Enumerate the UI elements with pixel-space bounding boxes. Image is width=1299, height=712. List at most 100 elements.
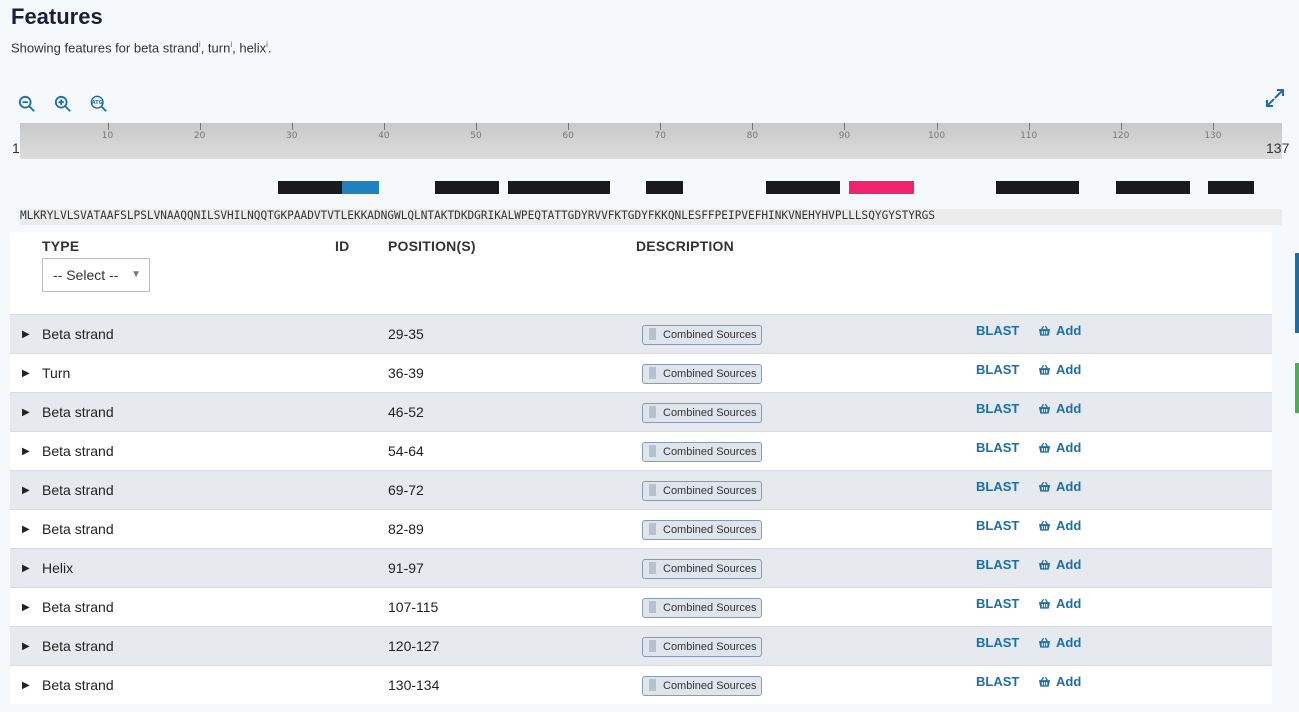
add-to-basket-button[interactable]: Add xyxy=(1038,479,1081,494)
feature-bar-beta-strand[interactable] xyxy=(766,181,840,194)
add-to-basket-button[interactable]: Add xyxy=(1038,596,1081,611)
add-to-basket-button[interactable]: Add xyxy=(1038,518,1081,533)
expand-row-icon[interactable]: ▶ xyxy=(22,602,30,613)
blast-button[interactable]: BLAST xyxy=(976,518,1019,533)
feature-type: Beta strand xyxy=(42,599,114,615)
table-row[interactable]: ▶ Beta strand 46-52 Combined Sources BLAST Ad… xyxy=(10,392,1272,431)
feature-positions: 120-127 xyxy=(388,638,440,654)
feature-bar-beta-strand[interactable] xyxy=(508,181,610,194)
feature-bar-beta-strand[interactable] xyxy=(277,181,343,194)
add-to-basket-button[interactable]: Add xyxy=(1038,674,1081,689)
basket-icon xyxy=(1038,481,1051,492)
blast-button[interactable]: BLAST xyxy=(976,635,1019,650)
add-to-basket-button[interactable]: Add xyxy=(1038,323,1081,338)
zoom-out-icon[interactable] xyxy=(16,94,38,114)
basket-icon xyxy=(1038,325,1051,336)
add-to-basket-button[interactable]: Add xyxy=(1038,362,1081,377)
add-to-basket-button[interactable]: Add xyxy=(1038,401,1081,416)
feature-bar-beta-strand[interactable] xyxy=(996,181,1080,194)
blast-button[interactable]: BLAST xyxy=(976,323,1019,338)
evidence-label: Combined Sources xyxy=(663,602,757,614)
add-to-basket-button[interactable]: Add xyxy=(1038,635,1081,650)
table-row[interactable]: ▶ Beta strand 130-134 Combined Sources BLAST… xyxy=(10,665,1272,704)
add-to-basket-button[interactable]: Add xyxy=(1038,440,1081,455)
feature-type: Beta strand xyxy=(42,521,114,537)
feature-bar-beta-strand[interactable] xyxy=(1116,181,1190,194)
table-row[interactable]: ▶ Beta strand 69-72 Combined Sources BLAST Ad… xyxy=(10,470,1272,509)
ruler-tick-label: 110 xyxy=(1020,131,1038,141)
evidence-badge[interactable]: Combined Sources xyxy=(642,637,762,657)
info-link[interactable]: i xyxy=(266,40,268,49)
info-link[interactable]: i xyxy=(230,40,232,49)
table-row[interactable]: ▶ Beta strand 120-127 Combined Sources BLAST… xyxy=(10,626,1272,665)
feature-type: Beta strand xyxy=(42,326,114,342)
expand-row-icon[interactable]: ▶ xyxy=(22,407,30,418)
evidence-badge[interactable]: Combined Sources xyxy=(642,481,762,501)
ruler-tick xyxy=(383,123,385,130)
blast-button[interactable]: BLAST xyxy=(976,440,1019,455)
feature-bar-beta-strand[interactable] xyxy=(1208,181,1255,194)
feature-positions: 130-134 xyxy=(388,677,440,693)
expand-row-icon[interactable]: ▶ xyxy=(22,680,30,691)
expand-row-icon[interactable]: ▶ xyxy=(22,563,30,574)
feature-bar-beta-strand[interactable] xyxy=(646,181,684,194)
feature-bar-beta-strand[interactable] xyxy=(434,181,499,194)
blast-button[interactable]: BLAST xyxy=(976,674,1019,689)
feature-positions: 36-39 xyxy=(388,365,424,381)
evidence-badge[interactable]: Combined Sources xyxy=(642,403,762,423)
expand-row-icon[interactable]: ▶ xyxy=(22,485,30,496)
feature-bar-helix[interactable] xyxy=(849,181,914,194)
blast-button[interactable]: BLAST xyxy=(976,479,1019,494)
add-label: Add xyxy=(1056,479,1082,494)
blast-button[interactable]: BLAST xyxy=(976,401,1019,416)
evidence-badge[interactable]: Combined Sources xyxy=(642,598,762,618)
blast-button[interactable]: BLAST xyxy=(976,557,1019,572)
expand-row-icon[interactable]: ▶ xyxy=(22,641,30,652)
evidence-badge[interactable]: Combined Sources xyxy=(642,676,762,696)
atg-sequence-icon[interactable]: ATG xyxy=(88,94,110,114)
info-link[interactable]: i xyxy=(199,40,201,49)
ruler-start-label: 1 xyxy=(12,140,20,156)
flag-icon xyxy=(649,406,656,418)
evidence-badge[interactable]: Combined Sources xyxy=(642,364,762,384)
evidence-badge[interactable]: Combined Sources xyxy=(642,442,762,462)
add-to-basket-button[interactable]: Add xyxy=(1038,557,1081,572)
evidence-label: Combined Sources xyxy=(663,329,757,341)
table-row[interactable]: ▶ Beta strand 29-35 Combined Sources BLAST Ad… xyxy=(10,314,1272,353)
protein-sequence: MLKRYLVLSVATAAFSLPSLVNAAQQNILSVHILNQQTGK… xyxy=(20,209,1282,225)
evidence-badge[interactable]: Combined Sources xyxy=(642,520,762,540)
expand-row-icon[interactable]: ▶ xyxy=(22,368,30,379)
flag-icon xyxy=(649,601,656,613)
evidence-badge[interactable]: Combined Sources xyxy=(642,559,762,579)
table-row[interactable]: ▶ Beta strand 54-64 Combined Sources BLAST Ad… xyxy=(10,431,1272,470)
blast-button[interactable]: BLAST xyxy=(976,596,1019,611)
evidence-badge[interactable]: Combined Sources xyxy=(642,325,762,345)
sequence-ruler[interactable]: 10 20 30 40 50 60 70 80 90 100 110 120 130 xyxy=(20,123,1282,159)
subtitle-item-helix: helix xyxy=(239,40,267,56)
viewer-toolbar: ATG xyxy=(16,94,110,114)
table-row[interactable]: ▶ Beta strand 82-89 Combined Sources BLAST Ad… xyxy=(10,509,1272,548)
column-header-description: DESCRIPTION xyxy=(636,238,734,254)
add-label: Add xyxy=(1056,362,1082,377)
table-row[interactable]: ▶ Helix 91-97 Combined Sources BLAST Add xyxy=(10,548,1272,587)
expand-row-icon[interactable]: ▶ xyxy=(22,446,30,457)
blast-button[interactable]: BLAST xyxy=(976,362,1019,377)
side-tab-indicator[interactable] xyxy=(1295,363,1299,413)
feature-bar-turn[interactable] xyxy=(342,181,380,194)
side-tab-indicator[interactable] xyxy=(1295,253,1299,333)
zoom-in-icon[interactable] xyxy=(52,94,74,114)
add-label: Add xyxy=(1056,440,1082,455)
table-row[interactable]: ▶ Beta strand 107-115 Combined Sources BLAST… xyxy=(10,587,1272,626)
expand-icon[interactable] xyxy=(1265,88,1285,108)
feature-track xyxy=(20,181,1282,195)
chevron-down-icon: ▼ xyxy=(131,269,141,280)
ruler-tick-label: 130 xyxy=(1204,131,1222,141)
expand-row-icon[interactable]: ▶ xyxy=(22,329,30,340)
expand-row-icon[interactable]: ▶ xyxy=(22,524,30,535)
flag-icon xyxy=(649,640,656,652)
basket-icon xyxy=(1038,598,1051,609)
table-row[interactable]: ▶ Turn 36-39 Combined Sources BLAST Add xyxy=(10,353,1272,392)
ruler-tick xyxy=(844,123,846,130)
type-filter-select[interactable]: -- Select -- ▼ xyxy=(42,258,150,292)
ruler-tick-label: 80 xyxy=(746,131,759,141)
